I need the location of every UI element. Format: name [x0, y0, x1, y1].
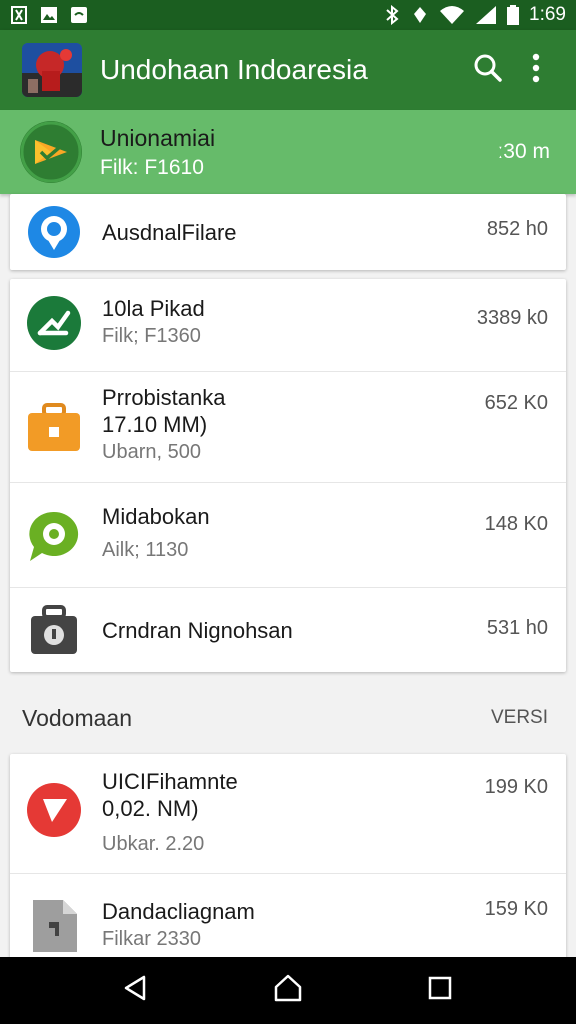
bluetooth-icon: [383, 5, 401, 25]
section-action[interactable]: VERSI: [491, 707, 548, 729]
list-item[interactable]: Midabokan Ailk; 1130 148 K0: [10, 483, 566, 588]
signal-icon: [475, 6, 497, 24]
message-icon: [70, 6, 88, 24]
card-list: 10la Pikad Filk; F1360 3389 k0 Prrobista…: [10, 279, 566, 672]
list-item-size: 652 K0: [484, 392, 548, 414]
app-logo: [22, 43, 82, 97]
blue-location-icon: [26, 204, 82, 260]
app-title: Undohaan Indoaresia: [100, 54, 368, 85]
list-item[interactable]: AusdnalFilare 852 h0: [10, 194, 566, 270]
list-item[interactable]: 10la Pikad Filk; F1360 3389 k0: [10, 279, 566, 372]
list-item-size: 199 K0: [484, 776, 548, 798]
briefcase-icon: [26, 400, 82, 456]
data-icon: [411, 6, 429, 24]
list-item-size: 531 h0: [486, 617, 548, 639]
notification-icon: [10, 6, 28, 24]
list-item-size: 3389 k0: [476, 307, 548, 329]
search-button[interactable]: [464, 46, 512, 94]
image-icon: [40, 6, 58, 24]
list-item-size: 148 K0: [484, 513, 548, 535]
green-edit-icon: [26, 295, 82, 351]
list-item-subtitle: Ubkar. 2.20: [102, 833, 205, 855]
home-button[interactable]: [258, 961, 318, 1021]
back-button[interactable]: [106, 961, 166, 1021]
list-item[interactable]: UICIFihamnte 0,02. NM) Ubkar. 2.20 199 K…: [10, 754, 566, 874]
list-item[interactable]: Prrobistanka 17.10 MM) Ubarn, 500 652 K0: [10, 372, 566, 483]
more-options-button[interactable]: [512, 46, 560, 94]
search-icon: [473, 53, 503, 88]
list-item-subtitle: Ubarn, 500: [102, 441, 201, 463]
card-list-2: UICIFihamnte 0,02. NM) Ubkar. 2.20 199 K…: [10, 754, 566, 974]
list-item-detail: 17.10 MM): [102, 412, 208, 437]
list-item-title: Dandacliagnam: [102, 899, 255, 924]
list-item-detail: 0,02. NM): [102, 796, 199, 821]
list-item-subtitle: Ailk; 1130: [102, 539, 189, 561]
play-store-icon: [20, 121, 82, 183]
featured-item[interactable]: Unionamiai Filk: F1610 ː30 m: [0, 110, 576, 194]
status-bar: 1:69: [0, 0, 576, 30]
list-item-subtitle: Filkar 2330: [102, 928, 201, 950]
list-item-title: Prrobistanka: [102, 385, 226, 410]
back-icon: [122, 974, 150, 1007]
wifi-icon: [439, 6, 465, 24]
camera-bag-icon: [26, 602, 82, 658]
list-item-size: 159 K0: [484, 898, 548, 920]
section-header: Vodomaan VERSI: [0, 696, 576, 740]
list-item-title: AusdnalFilare: [102, 219, 237, 245]
more-vert-icon: [531, 53, 541, 88]
status-time: 1:69: [529, 4, 566, 25]
chat-bubble-icon: [26, 509, 82, 565]
list-item-title: Crndran Nignohsan: [102, 617, 293, 643]
recents-button[interactable]: [410, 961, 470, 1021]
navigation-bar: [0, 957, 576, 1024]
featured-title: Unionamiai: [100, 124, 216, 151]
list-item[interactable]: Crndran Nignohsan 531 h0: [10, 588, 566, 672]
list-item-title: UICIFihamnte: [102, 769, 238, 794]
red-play-icon: [26, 782, 82, 838]
battery-icon: [507, 5, 520, 25]
home-icon: [273, 973, 303, 1008]
list-item-title: Midabokan: [102, 504, 210, 529]
app-bar: Undohaan Indoaresia: [0, 30, 576, 110]
featured-subtitle: Filk: F1610: [100, 155, 204, 179]
document-icon: [26, 898, 82, 954]
list-item-size: 852 h0: [486, 218, 548, 240]
card-single: AusdnalFilare 852 h0: [10, 194, 566, 270]
featured-size: ː30 m: [497, 140, 550, 163]
section-title: Vodomaan: [22, 704, 132, 731]
recents-icon: [427, 975, 453, 1006]
